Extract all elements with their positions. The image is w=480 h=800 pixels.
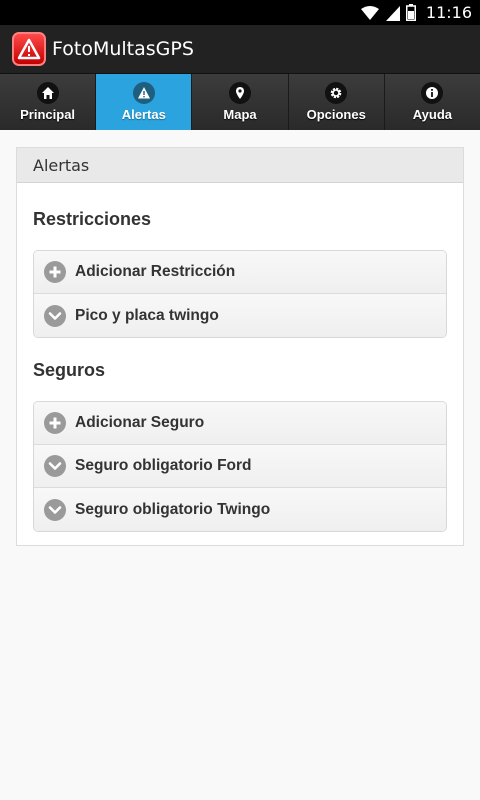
restriction-item-pico-placa[interactable]: Pico y placa twingo xyxy=(34,294,446,337)
tab-label: Principal xyxy=(20,107,76,122)
list-item-label: Pico y placa twingo xyxy=(75,306,219,324)
battery-icon xyxy=(405,4,416,21)
status-bar: 11:16 xyxy=(0,0,480,25)
insurance-item-twingo[interactable]: Seguro obligatorio Twingo xyxy=(34,488,446,531)
plus-circle-icon xyxy=(44,412,66,434)
home-icon xyxy=(36,82,59,104)
tab-label: Alertas xyxy=(121,107,166,122)
clock: 11:16 xyxy=(425,3,472,22)
restricciones-list: Adicionar Restricción Pico y placa twing… xyxy=(33,250,447,338)
tab-bar: Principal Alertas Mapa Opciones Ayuda xyxy=(0,74,480,130)
tab-principal[interactable]: Principal xyxy=(0,74,97,130)
tab-ayuda[interactable]: Ayuda xyxy=(384,74,480,130)
info-icon xyxy=(421,82,444,104)
list-item-label: Adicionar Restricción xyxy=(75,263,236,280)
action-bar: FotoMultasGPS xyxy=(0,25,480,74)
panel-header: Alertas xyxy=(17,148,463,183)
tab-label: Opciones xyxy=(306,107,366,122)
tab-opciones[interactable]: Opciones xyxy=(288,74,385,130)
list-item-label: Adicionar Seguro xyxy=(75,414,205,431)
add-insurance-button[interactable]: Adicionar Seguro xyxy=(34,402,446,445)
seguros-list: Adicionar Seguro Seguro obligatorio Ford… xyxy=(33,401,447,532)
tab-label: Ayuda xyxy=(412,107,453,122)
chevron-down-circle-icon xyxy=(44,304,66,327)
app-logo-icon[interactable] xyxy=(12,32,46,66)
list-item-label: Seguro obligatorio Ford xyxy=(75,457,252,474)
chevron-down-circle-icon xyxy=(44,498,66,521)
signal-icon xyxy=(385,5,400,21)
gear-icon xyxy=(325,82,348,104)
list-item-label: Seguro obligatorio Twingo xyxy=(75,500,271,518)
tab-alertas[interactable]: Alertas xyxy=(96,74,193,130)
app-title: FotoMultasGPS xyxy=(52,38,194,60)
section-title-restricciones: Restricciones xyxy=(33,209,152,229)
map-pin-icon xyxy=(229,82,251,104)
alerts-panel: Alertas Restricciones Adicionar Restricc… xyxy=(16,147,464,546)
wifi-icon xyxy=(360,5,380,21)
plus-circle-icon xyxy=(44,261,66,283)
chevron-down-circle-icon xyxy=(44,455,66,477)
add-restriction-button[interactable]: Adicionar Restricción xyxy=(34,251,446,294)
tab-label: Mapa xyxy=(223,107,257,122)
tab-mapa[interactable]: Mapa xyxy=(192,74,289,130)
warning-icon xyxy=(132,82,155,104)
insurance-item-ford[interactable]: Seguro obligatorio Ford xyxy=(34,445,446,488)
section-title-seguros: Seguros xyxy=(33,360,106,380)
